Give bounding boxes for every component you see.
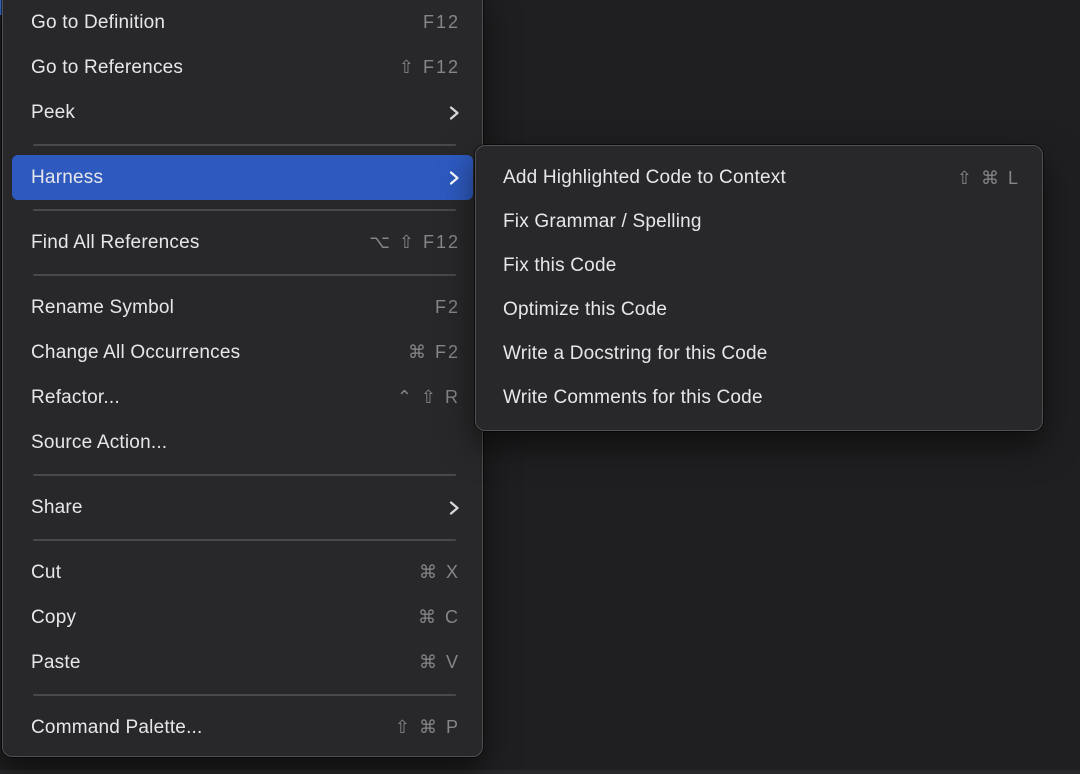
menu-item-share[interactable]: Share: [12, 485, 473, 530]
harness-submenu: Add Highlighted Code to Context ⇧ ⌘ L Fi…: [475, 145, 1043, 431]
menu-separator: [33, 530, 456, 550]
menu-item-shortcut: ⌃ ⇧ R: [397, 387, 460, 408]
chevron-right-icon: [448, 105, 460, 121]
submenu-item-write-a-docstring[interactable]: Write a Docstring for this Code: [485, 332, 1033, 376]
menu-item-label: Write a Docstring for this Code: [503, 343, 768, 365]
menu-separator: [33, 265, 456, 285]
menu-item-source-action[interactable]: Source Action...: [12, 420, 473, 465]
menu-item-refactor[interactable]: Refactor... ⌃ ⇧ R: [12, 375, 473, 420]
menu-item-label: Find All References: [31, 232, 200, 254]
menu-item-label: Go to Definition: [31, 12, 165, 34]
menu-separator: [33, 200, 456, 220]
menu-item-paste[interactable]: Paste ⌘ V: [12, 640, 473, 685]
chevron-right-icon: [448, 170, 460, 186]
chevron-right-icon: [448, 500, 460, 516]
menu-item-shortcut: F12: [423, 12, 460, 33]
menu-item-label: Add Highlighted Code to Context: [503, 167, 786, 189]
submenu-item-fix-grammar-spelling[interactable]: Fix Grammar / Spelling: [485, 200, 1033, 244]
menu-item-find-all-references[interactable]: Find All References ⌥ ⇧ F12: [12, 220, 473, 265]
menu-item-shortcut: ⌘ F2: [408, 342, 460, 363]
menu-item-command-palette[interactable]: Command Palette... ⇧ ⌘ P: [12, 705, 473, 750]
context-menu: Go to Definition F12 Go to References ⇧ …: [2, 0, 483, 757]
menu-separator: [33, 465, 456, 485]
menu-item-rename-symbol[interactable]: Rename Symbol F2: [12, 285, 473, 330]
menu-item-label: Go to References: [31, 57, 183, 79]
menu-item-shortcut: ⇧ ⌘ P: [395, 717, 460, 738]
submenu-item-add-highlighted-code-to-context[interactable]: Add Highlighted Code to Context ⇧ ⌘ L: [485, 156, 1033, 200]
menu-item-peek[interactable]: Peek: [12, 90, 473, 135]
menu-item-label: Optimize this Code: [503, 299, 667, 321]
background-bottom-strip: [0, 770, 1080, 774]
menu-item-label: Command Palette...: [31, 717, 203, 739]
menu-item-label: Source Action...: [31, 432, 167, 454]
menu-item-label: Fix this Code: [503, 255, 616, 277]
menu-item-shortcut: ⌘ V: [419, 652, 460, 673]
menu-item-label: Refactor...: [31, 387, 120, 409]
menu-item-label: Share: [31, 497, 83, 519]
submenu-item-write-comments[interactable]: Write Comments for this Code: [485, 376, 1033, 420]
menu-item-label: Fix Grammar / Spelling: [503, 211, 702, 233]
menu-item-harness[interactable]: Harness: [12, 155, 473, 200]
menu-item-label: Peek: [31, 102, 75, 124]
menu-item-shortcut: ⇧ F12: [399, 57, 460, 78]
menu-item-shortcut: ⇧ ⌘ L: [957, 168, 1020, 189]
menu-item-label: Rename Symbol: [31, 297, 174, 319]
menu-item-label: Write Comments for this Code: [503, 387, 763, 409]
menu-item-go-to-definition[interactable]: Go to Definition F12: [12, 0, 473, 45]
menu-item-shortcut: ⌘ X: [419, 562, 460, 583]
menu-item-label: Copy: [31, 607, 76, 629]
menu-item-change-all-occurrences[interactable]: Change All Occurrences ⌘ F2: [12, 330, 473, 375]
menu-item-copy[interactable]: Copy ⌘ C: [12, 595, 473, 640]
menu-separator: [33, 135, 456, 155]
menu-item-label: Change All Occurrences: [31, 342, 240, 364]
menu-item-label: Cut: [31, 562, 61, 584]
menu-item-label: Harness: [31, 167, 103, 189]
menu-item-shortcut: ⌘ C: [418, 607, 460, 628]
menu-item-label: Paste: [31, 652, 81, 674]
menu-item-go-to-references[interactable]: Go to References ⇧ F12: [12, 45, 473, 90]
menu-item-cut[interactable]: Cut ⌘ X: [12, 550, 473, 595]
submenu-item-optimize-this-code[interactable]: Optimize this Code: [485, 288, 1033, 332]
menu-item-shortcut: ⌥ ⇧ F12: [369, 232, 460, 253]
menu-item-shortcut: F2: [435, 297, 460, 318]
submenu-item-fix-this-code[interactable]: Fix this Code: [485, 244, 1033, 288]
menu-separator: [33, 685, 456, 705]
